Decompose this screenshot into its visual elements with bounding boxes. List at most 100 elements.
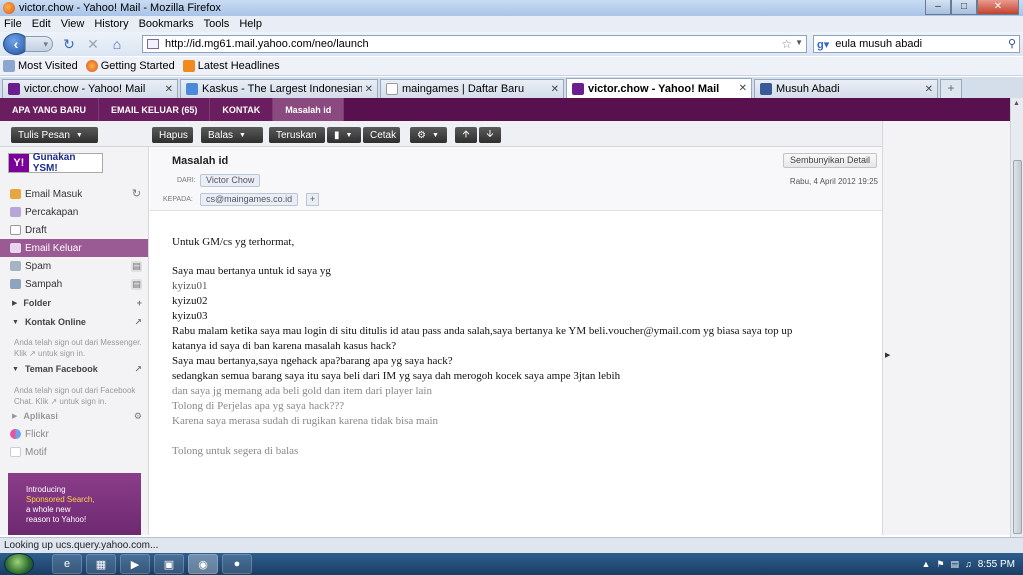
menu-help[interactable]: Help [239, 18, 262, 30]
menu-history[interactable]: History [94, 18, 128, 30]
tab-message-masalah-id[interactable]: Masalah id [273, 98, 345, 121]
add-folder-icon[interactable]: + [137, 298, 142, 308]
taskbar-ie-icon[interactable]: e [52, 554, 82, 574]
search-query[interactable]: eula musuh abadi [835, 38, 922, 50]
sender-chip[interactable]: Victor Chow [200, 174, 261, 187]
menu-file[interactable]: File [4, 18, 22, 30]
browser-tab-5[interactable]: Musuh Abadi ✕ [754, 79, 938, 98]
sidebar-item-conversations[interactable]: Percakapan [0, 203, 148, 221]
search-icon[interactable]: ⚲ [1008, 37, 1016, 50]
minimize-button[interactable]: – [925, 0, 951, 15]
apps-gear-icon[interactable]: ⚙ [134, 411, 142, 422]
bookmark-getting-started[interactable]: Getting Started [85, 60, 175, 72]
messenger-signin-icon[interactable]: ↗ [134, 317, 142, 328]
bookmark-latest-headlines[interactable]: Latest Headlines [182, 60, 280, 72]
sidebar-item-spam[interactable]: Spam ▤ [0, 257, 148, 275]
move-dropdown-icon[interactable]: ▼ [346, 132, 353, 139]
empty-spam-icon[interactable]: ▤ [131, 260, 142, 272]
scrollbar-thumb[interactable] [1013, 160, 1022, 534]
taskbar-game-icon[interactable]: ● [222, 554, 252, 574]
expand-triangle-icon: ▶ [12, 413, 18, 420]
previous-message-button[interactable]: 🡩 [455, 127, 477, 143]
hide-details-button[interactable]: Sembunyikan Detail [782, 153, 877, 168]
url-text[interactable]: http://id.mg61.mail.yahoo.com/neo/launch [165, 38, 369, 50]
taskbar-app-icon[interactable]: ▣ [154, 554, 184, 574]
stop-icon[interactable]: ✕ [85, 36, 101, 52]
sidebar-item-trash[interactable]: Sampah ▤ [0, 275, 148, 293]
sidebar-item-draft[interactable]: Draft [0, 221, 148, 239]
close-tab-icon[interactable]: ✕ [739, 83, 747, 94]
close-window-button[interactable]: ✕ [977, 0, 1019, 15]
taskbar-explorer-icon[interactable]: ▦ [86, 554, 116, 574]
tab-contacts[interactable]: KONTAK [210, 98, 274, 121]
bookmark-most-visited[interactable]: Most Visited [3, 60, 78, 72]
facebook-friends-header[interactable]: ▼ Teman Facebook ↗ [0, 361, 148, 377]
vertical-scrollbar[interactable]: ▲ [1010, 98, 1023, 537]
new-tab-button[interactable]: + [940, 79, 962, 98]
reply-button[interactable]: Balas ▼ [201, 127, 263, 143]
taskbar-media-player-icon[interactable]: ▶ [120, 554, 150, 574]
sidebar-item-flickr[interactable]: Flickr [0, 425, 148, 443]
ysm-banner[interactable]: Y! Gunakan YSM! [8, 152, 103, 174]
expand-right-panel-icon[interactable]: ▶ [885, 351, 890, 359]
compose-button[interactable]: Tulis Pesan ▼ [11, 127, 98, 143]
browser-tab-4-active[interactable]: victor.chow - Yahoo! Mail ✕ [566, 78, 752, 98]
tab-whats-new[interactable]: APA YANG BARU [0, 98, 100, 121]
close-tab-icon[interactable]: ✕ [551, 84, 559, 95]
menu-bookmarks[interactable]: Bookmarks [139, 18, 194, 30]
url-dropdown-icon[interactable]: ▼ [795, 38, 803, 47]
tray-network-icon[interactable]: ▤ [950, 559, 959, 570]
add-contact-icon[interactable]: + [306, 193, 319, 206]
print-button[interactable]: Cetak [363, 127, 400, 143]
bookmark-star-icon[interactable]: ☆ [781, 37, 792, 51]
google-search-engine-icon[interactable]: g▾ [817, 38, 829, 51]
move-button[interactable]: ▮ ▼ [327, 127, 361, 143]
reply-dropdown-icon[interactable]: ▼ [239, 132, 246, 139]
actions-dropdown-icon[interactable]: ▼ [432, 132, 439, 139]
start-button[interactable] [4, 553, 34, 575]
compose-dropdown-icon[interactable]: ▼ [76, 132, 83, 139]
tab-sent-mail[interactable]: EMAIL KELUAR (65) [99, 98, 211, 121]
site-identity-icon[interactable] [147, 39, 159, 49]
tray-volume-icon[interactable]: ♫ [965, 559, 972, 569]
facebook-signin-icon[interactable]: ↗ [134, 364, 142, 375]
refresh-icon[interactable]: ↻ [131, 188, 142, 200]
empty-trash-icon[interactable]: ▤ [131, 278, 142, 290]
reload-icon[interactable]: ↻ [61, 36, 77, 52]
close-tab-icon[interactable]: ✕ [365, 84, 373, 95]
firefox-icon [3, 2, 15, 14]
contacts-online-header[interactable]: ▼ Kontak Online ↗ [0, 314, 148, 330]
forward-button[interactable]: ▾ [25, 36, 53, 52]
tray-arrow-icon[interactable]: ▲ [921, 559, 930, 569]
scroll-up-arrow-icon[interactable]: ▲ [1013, 100, 1020, 107]
recipient-chip[interactable]: cs@maingames.co.id [200, 193, 299, 206]
sidebar-item-sent[interactable]: Email Keluar [0, 239, 148, 257]
apps-header[interactable]: ▶ Aplikasi ⚙ [0, 408, 148, 424]
sidebar-item-motif[interactable]: Motif [0, 443, 148, 461]
forward-message-button[interactable]: Teruskan [269, 127, 325, 143]
menu-view[interactable]: View [61, 18, 85, 30]
browser-tab-2[interactable]: Kaskus - The Largest Indonesian Co... ✕ [180, 79, 378, 98]
yahoo-mail-favicon [8, 83, 20, 95]
expand-triangle-icon: ▶ [12, 300, 18, 307]
browser-tab-3[interactable]: maingames | Daftar Baru ✕ [380, 79, 564, 98]
browser-tab-1[interactable]: victor.chow - Yahoo! Mail ✕ [2, 79, 178, 98]
taskbar-firefox-icon[interactable]: ◉ [188, 554, 218, 574]
address-bar[interactable]: http://id.mg61.mail.yahoo.com/neo/launch… [142, 35, 807, 53]
sponsored-search-promo[interactable]: Introducing Sponsored Search, a whole ne… [8, 473, 141, 535]
actions-button[interactable]: ⚙ ▼ [410, 127, 447, 143]
folders-header[interactable]: ▶ Folder + [0, 295, 148, 311]
tray-flag-icon[interactable]: ⚑ [936, 559, 944, 570]
close-tab-icon[interactable]: ✕ [925, 84, 933, 95]
clock[interactable]: 8:55 PM [978, 559, 1015, 570]
delete-button[interactable]: Hapus [152, 127, 193, 143]
menu-edit[interactable]: Edit [32, 18, 51, 30]
search-box[interactable]: g▾ eula musuh abadi ⚲ [813, 35, 1020, 53]
home-icon[interactable]: ⌂ [109, 36, 125, 52]
menu-tools[interactable]: Tools [204, 18, 230, 30]
sidebar-item-inbox[interactable]: Email Masuk ↻ [0, 185, 148, 203]
maximize-button[interactable]: □ [951, 0, 977, 15]
flickr-icon [10, 429, 21, 439]
next-message-button[interactable]: 🡫 [479, 127, 501, 143]
close-tab-icon[interactable]: ✕ [165, 84, 173, 95]
